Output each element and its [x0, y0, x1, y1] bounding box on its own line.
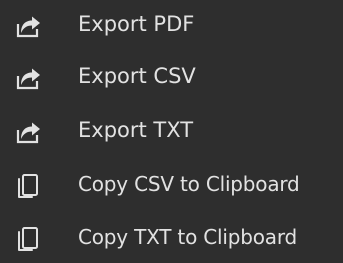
export-icon — [12, 62, 42, 92]
copy-icon — [12, 170, 42, 200]
menu-item-label: Copy CSV to Clipboard — [78, 172, 300, 196]
menu-item-export-txt[interactable]: Export TXT — [0, 106, 343, 156]
export-menu: Export PDF Export CSV Export TXT Copy CS… — [0, 0, 343, 252]
menu-item-label: Export CSV — [78, 64, 196, 88]
export-icon — [12, 10, 42, 40]
menu-item-label: Export PDF — [78, 12, 195, 36]
export-icon — [12, 116, 42, 146]
menu-item-export-csv[interactable]: Export CSV — [0, 52, 343, 102]
menu-item-copy-csv[interactable]: Copy CSV to Clipboard — [0, 160, 343, 210]
menu-item-copy-txt[interactable]: Copy TXT to Clipboard — [0, 213, 343, 263]
menu-item-label: Export TXT — [78, 118, 194, 142]
menu-item-export-pdf[interactable]: Export PDF — [0, 0, 343, 50]
menu-item-label: Copy TXT to Clipboard — [78, 225, 297, 249]
copy-icon — [12, 223, 42, 253]
